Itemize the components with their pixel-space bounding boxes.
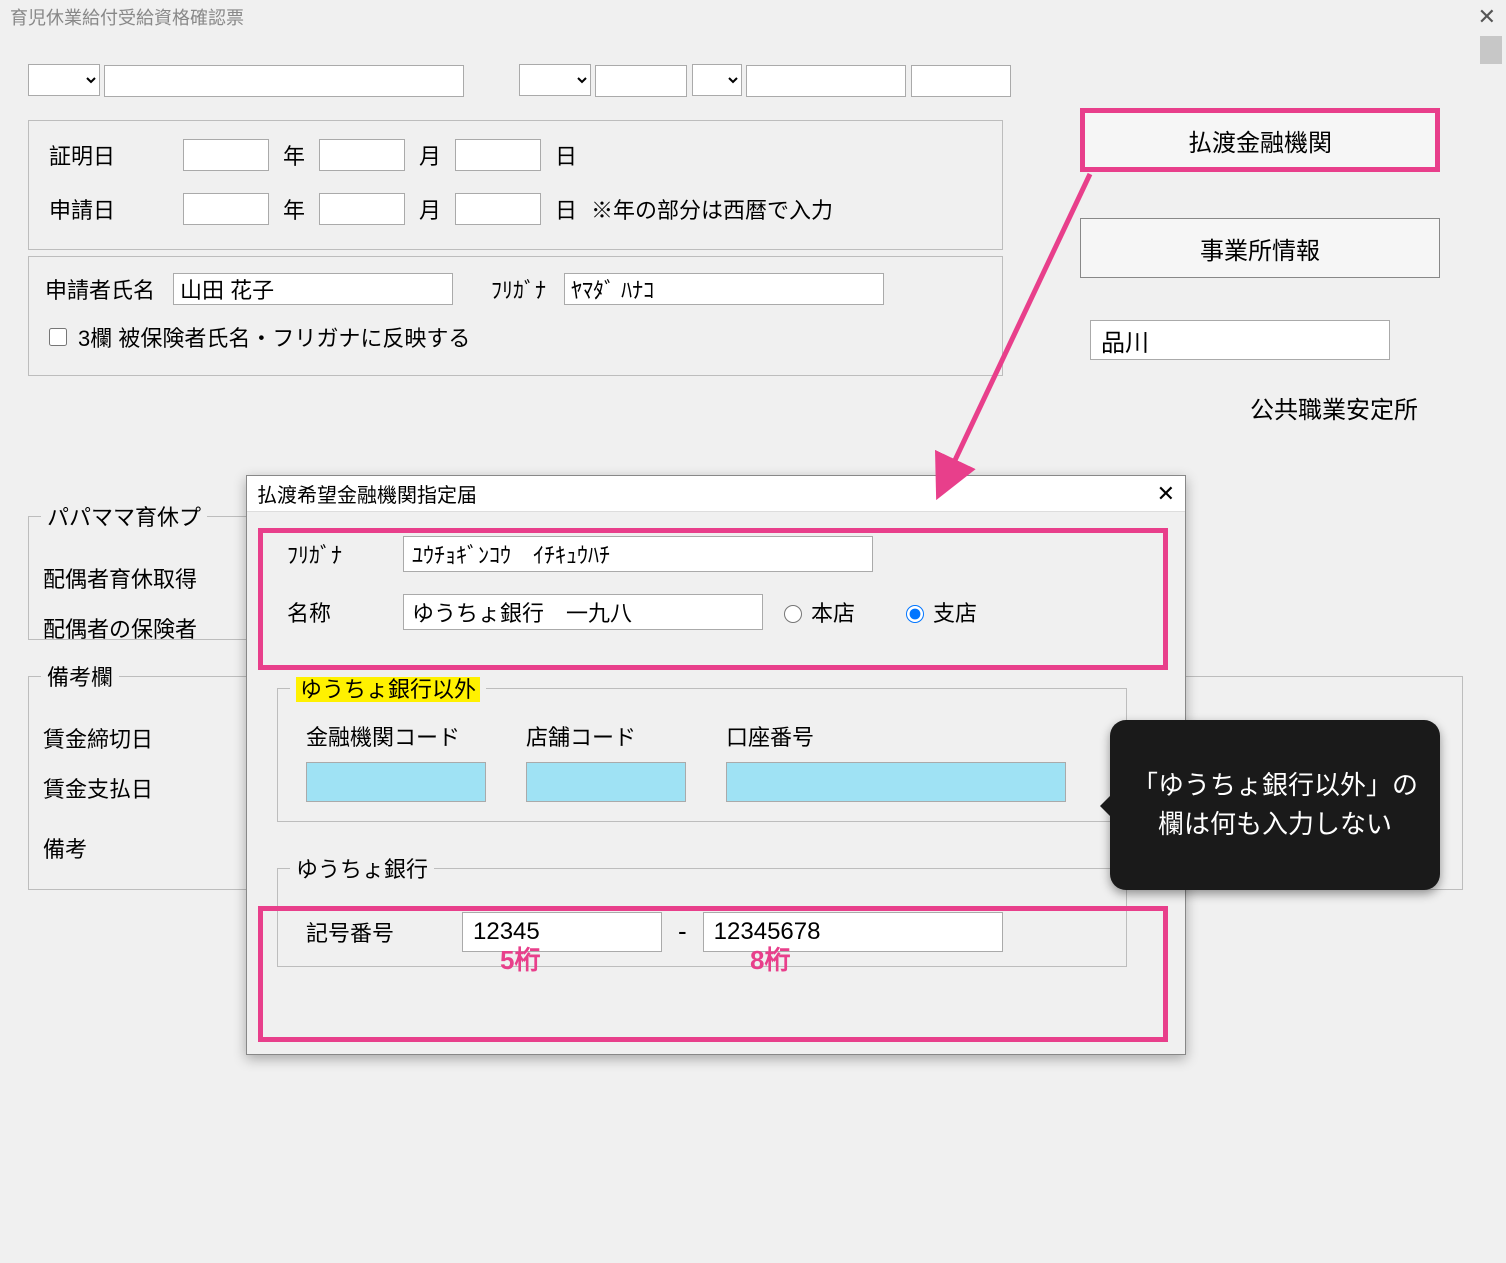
account-no-input[interactable] <box>726 762 1066 802</box>
top-select-1[interactable] <box>28 64 100 96</box>
radio-branch-input[interactable] <box>906 605 924 623</box>
radio-main-input[interactable] <box>784 605 802 623</box>
yuucho-legend: ゆうちょ銀行 <box>290 852 434 884</box>
top-selects-row <box>28 64 1176 97</box>
remarks-l1: 賃金締切日 <box>43 722 153 754</box>
fin-code-label: 金融機関コード <box>306 720 486 752</box>
year-note: ※年の部分は西暦で入力 <box>591 193 833 225</box>
applicant-group: 申請者氏名 ﾌﾘｶﾞﾅ 3欄 被保険者氏名・フリガナに反映する <box>28 256 1003 376</box>
month-label-1: 月 <box>419 139 441 171</box>
top-input-2b[interactable] <box>746 65 906 97</box>
dlg-furigana-label: ﾌﾘｶﾞﾅ <box>287 538 387 570</box>
papamama-legend: パパママ育休プ <box>41 500 207 532</box>
cert-month-input[interactable] <box>319 139 405 171</box>
yuucho-input-2[interactable] <box>703 912 1003 952</box>
top-select-2[interactable] <box>519 64 591 96</box>
reflect-checkbox[interactable] <box>49 328 67 346</box>
applicant-kana-label: ﾌﾘｶﾞﾅ <box>491 273 546 305</box>
fin-code-input[interactable] <box>306 762 486 802</box>
remarks-legend: 備考欄 <box>41 660 119 692</box>
day-label-1: 日 <box>555 139 577 171</box>
annotation-8digits: 8桁 <box>750 940 790 977</box>
apply-day-input[interactable] <box>455 193 541 225</box>
cert-date-row: 証明日 年 月 日 <box>49 139 577 171</box>
scrollbar-thumb[interactable] <box>1480 36 1502 64</box>
apply-date-label: 申請日 <box>49 193 169 225</box>
callout-bubble: 「ゆうちょ銀行以外」の欄は何も入力しない <box>1110 720 1440 890</box>
top-input-2c[interactable] <box>911 65 1011 97</box>
dlg-name-label: 名称 <box>287 596 387 628</box>
bank-dialog: 払渡希望金融機関指定届 ✕ ﾌﾘｶﾞﾅ 名称 本店 <box>246 475 1186 1055</box>
apply-month-input[interactable] <box>319 193 405 225</box>
applicant-name-label: 申請者氏名 <box>45 273 155 305</box>
office-button[interactable]: 事業所情報 <box>1080 218 1440 278</box>
yuucho-dash: - <box>678 916 687 947</box>
bank-button-label: 払渡金融機関 <box>1188 123 1332 158</box>
cert-date-label: 証明日 <box>49 139 169 171</box>
location-label: 公共職業安定所 <box>1250 390 1418 425</box>
top-input-2a[interactable] <box>595 65 687 97</box>
remarks-l3: 備考 <box>43 832 87 864</box>
remarks-l2: 賃金支払日 <box>43 772 153 804</box>
top-input-1[interactable] <box>104 65 464 97</box>
yuucho-input-1[interactable] <box>462 912 662 952</box>
office-button-label: 事業所情報 <box>1200 231 1320 266</box>
location-input[interactable] <box>1090 320 1390 360</box>
applicant-kana-input[interactable] <box>564 273 884 305</box>
branch-code-label: 店舗コード <box>526 720 686 752</box>
dialog-titlebar: 払渡希望金融機関指定届 ✕ <box>247 476 1185 512</box>
other-bank-fieldset: ゆうちょ銀行以外 金融機関コード 店舗コード 口座番号 <box>277 672 1127 822</box>
branch-code-input[interactable] <box>526 762 686 802</box>
month-label-2: 月 <box>419 193 441 225</box>
apply-date-row: 申請日 年 月 日 ※年の部分は西暦で入力 <box>49 193 833 225</box>
dlg-name-input[interactable] <box>403 594 763 630</box>
titlebar: 育児休業給付受給資格確認票 ✕ <box>0 0 1506 34</box>
dialog-title: 払渡希望金融機関指定届 <box>257 479 477 508</box>
dlg-furigana-input[interactable] <box>403 536 873 572</box>
top-select-3[interactable] <box>692 64 742 96</box>
radio-main-label: 本店 <box>811 596 855 628</box>
reflect-checkbox-label: 3欄 被保険者氏名・フリガナに反映する <box>78 321 470 353</box>
bank-button[interactable]: 払渡金融機関 <box>1080 110 1440 170</box>
yuucho-label: 記号番号 <box>306 916 446 948</box>
other-bank-legend: ゆうちょ銀行以外 <box>290 672 486 704</box>
applicant-name-input[interactable] <box>173 273 453 305</box>
apply-year-input[interactable] <box>183 193 269 225</box>
cert-year-input[interactable] <box>183 139 269 171</box>
dialog-top-section: ﾌﾘｶﾞﾅ 名称 本店 支店 <box>267 522 1147 672</box>
window: 育児休業給付受給資格確認票 ✕ 証明日 年 月 日 申請日 <box>0 0 1506 1263</box>
day-label-2: 日 <box>555 193 577 225</box>
cert-day-input[interactable] <box>455 139 541 171</box>
radio-branch[interactable]: 支店 <box>901 596 977 628</box>
papamama-line1: 配偶者育休取得 <box>43 562 197 594</box>
dialog-body: ﾌﾘｶﾞﾅ 名称 本店 支店 ゆうちょ銀行以外 <box>247 512 1185 1054</box>
dialog-close-icon[interactable]: ✕ <box>1157 481 1175 507</box>
radio-main[interactable]: 本店 <box>779 596 855 628</box>
window-title: 育児休業給付受給資格確認票 <box>10 4 244 30</box>
annotation-5digits: 5桁 <box>500 940 540 977</box>
callout-text: 「ゆうちょ銀行以外」の欄は何も入力しない <box>1124 766 1426 844</box>
yuucho-fieldset: ゆうちょ銀行 記号番号 - <box>277 852 1127 967</box>
date-group: 証明日 年 月 日 申請日 年 月 日 ※年の部分は西暦で入力 <box>28 120 1003 250</box>
year-label-1: 年 <box>283 139 305 171</box>
account-no-label: 口座番号 <box>726 720 1066 752</box>
radio-branch-label: 支店 <box>933 596 977 628</box>
close-icon[interactable]: ✕ <box>1478 4 1496 30</box>
papamama-line2: 配偶者の保険者 <box>43 612 197 644</box>
year-label-2: 年 <box>283 193 305 225</box>
